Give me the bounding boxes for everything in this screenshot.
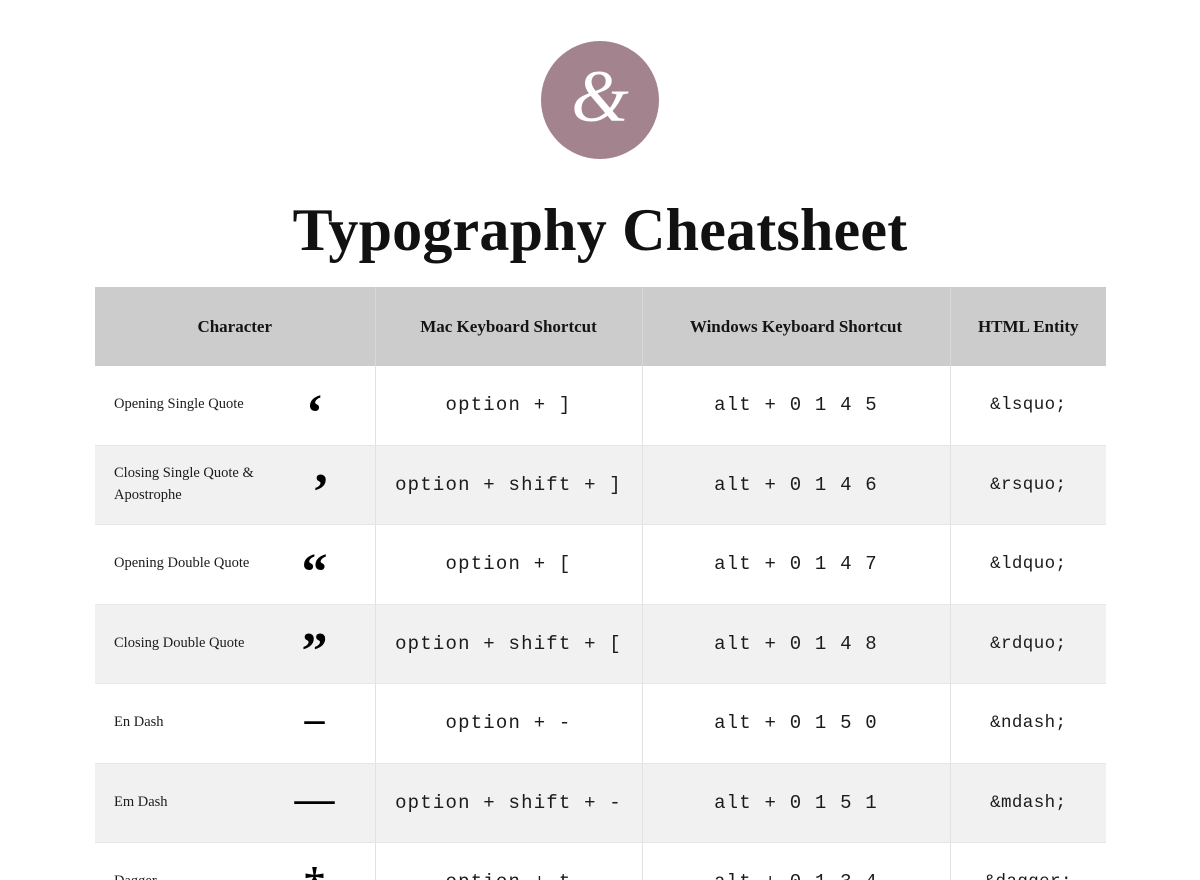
html-entity-cell: &lsquo; (950, 366, 1106, 446)
windows-shortcut-cell: alt + 0 1 4 8 (642, 604, 951, 684)
character-name-label: Em Dash (114, 793, 168, 810)
table-row: Opening Double Quote “ option + [alt + 0 1… (95, 524, 1106, 605)
html-entity-cell: &rsquo; (950, 445, 1106, 525)
ampersand-icon: & (571, 56, 629, 138)
mac-shortcut-cell: option + shift + - (375, 763, 643, 843)
character-cell-inner: Opening Double Quote “ (95, 525, 375, 604)
character-glyph-sample: ’ (312, 464, 330, 522)
logo-container: & (0, 0, 1200, 159)
mac-shortcut-cell: option + t (375, 842, 643, 880)
character-cell-inner: Closing Single Quote & Apostrophe ’ (95, 446, 375, 525)
html-entity-cell: &mdash; (950, 763, 1106, 843)
column-header-html-entity: HTML Entity (950, 287, 1106, 366)
character-glyph-sample: “ (301, 543, 328, 601)
mac-shortcut-cell: option + shift + [ (375, 604, 643, 684)
character-cell: Closing Single Quote & Apostrophe ’ (95, 445, 376, 525)
character-cell-inner: Closing Double Quote ” (95, 605, 375, 684)
windows-shortcut-cell: alt + 0 1 4 6 (642, 445, 951, 525)
table-row: Closing Double Quote ” option + shift + [a… (95, 604, 1106, 684)
windows-shortcut-cell: alt + 0 1 4 5 (642, 366, 951, 446)
table-row: Closing Single Quote & Apostrophe ’ option… (95, 445, 1106, 525)
windows-shortcut-cell: alt + 0 1 5 1 (642, 763, 951, 843)
mac-shortcut-cell: option + [ (375, 524, 643, 605)
windows-shortcut-cell: alt + 0 1 5 0 (642, 683, 951, 764)
column-header-windows-shortcut: Windows Keyboard Shortcut (642, 287, 951, 366)
windows-shortcut-cell: alt + 0 1 4 7 (642, 524, 951, 605)
character-cell-inner: En Dash – (95, 684, 375, 763)
table-row: Em Dash — option + shift + - alt + 0 1 5 1 &… (95, 763, 1106, 843)
character-glyph-sample: ” (301, 623, 328, 681)
windows-shortcut-cell: alt + 0 1 3 4 (642, 842, 951, 880)
character-cell: Dagger † (95, 842, 376, 880)
table-header: Character Mac Keyboard Shortcut Windows … (95, 287, 1106, 366)
column-header-character: Character (95, 287, 376, 366)
cheatsheet-table: Character Mac Keyboard Shortcut Windows … (95, 287, 1106, 880)
typography-cheatsheet-page: & Typography Cheatsheet Character Mac Ke… (0, 0, 1200, 880)
page-title: Typography Cheatsheet (292, 197, 908, 263)
character-name-label: Dagger (114, 871, 157, 880)
html-entity-cell: &ldquo; (950, 524, 1106, 605)
character-name-label: Opening Double Quote (114, 555, 250, 572)
character-name-label: Closing Double Quote (114, 634, 245, 651)
character-cell: Opening Double Quote “ (95, 524, 376, 605)
table-body: Opening Single Quote ‘option + ] alt + 0 1… (95, 366, 1106, 880)
cheatsheet-table-container: Character Mac Keyboard Shortcut Windows … (95, 287, 1106, 880)
character-cell: Em Dash — (95, 763, 376, 843)
character-cell: En Dash – (95, 683, 376, 764)
character-name-label: Opening Single Quote (114, 396, 244, 413)
table-header-row: Character Mac Keyboard Shortcut Windows … (95, 287, 1106, 366)
character-glyph-sample: — (294, 775, 335, 821)
character-name-label: Closing Single Quote & Apostrophe (114, 465, 254, 503)
column-header-mac-shortcut: Mac Keyboard Shortcut (375, 287, 643, 366)
table-row: En Dash – option + - alt + 0 1 5 0 &ndash; (95, 683, 1106, 764)
character-cell-inner: Em Dash — (95, 764, 375, 843)
character-cell: Opening Single Quote ‘ (95, 366, 376, 446)
character-glyph-sample: † (277, 862, 353, 880)
ampersand-logo-badge: & (541, 41, 659, 159)
character-cell-inner: Opening Single Quote ‘ (95, 366, 375, 445)
mac-shortcut-cell: option + ] (375, 366, 643, 446)
character-name-label: En Dash (114, 714, 164, 731)
mac-shortcut-cell: option + - (375, 683, 643, 764)
html-entity-cell: &rdquo; (950, 604, 1106, 684)
html-entity-cell: &dagger; (950, 842, 1106, 880)
mac-shortcut-cell: option + shift + ] (375, 445, 643, 525)
table-row: Opening Single Quote ‘ option + ] alt + 0 1… (95, 366, 1106, 446)
html-entity-cell: &ndash; (950, 683, 1106, 764)
character-cell: Closing Double Quote ” (95, 604, 376, 684)
character-glyph-sample: – (304, 696, 325, 742)
character-cell-inner: Dagger † (95, 843, 375, 880)
table-row: Dagger † option + talt + 0 1 3 4&dagger; (95, 842, 1106, 880)
character-glyph-sample: ‘ (305, 384, 324, 442)
